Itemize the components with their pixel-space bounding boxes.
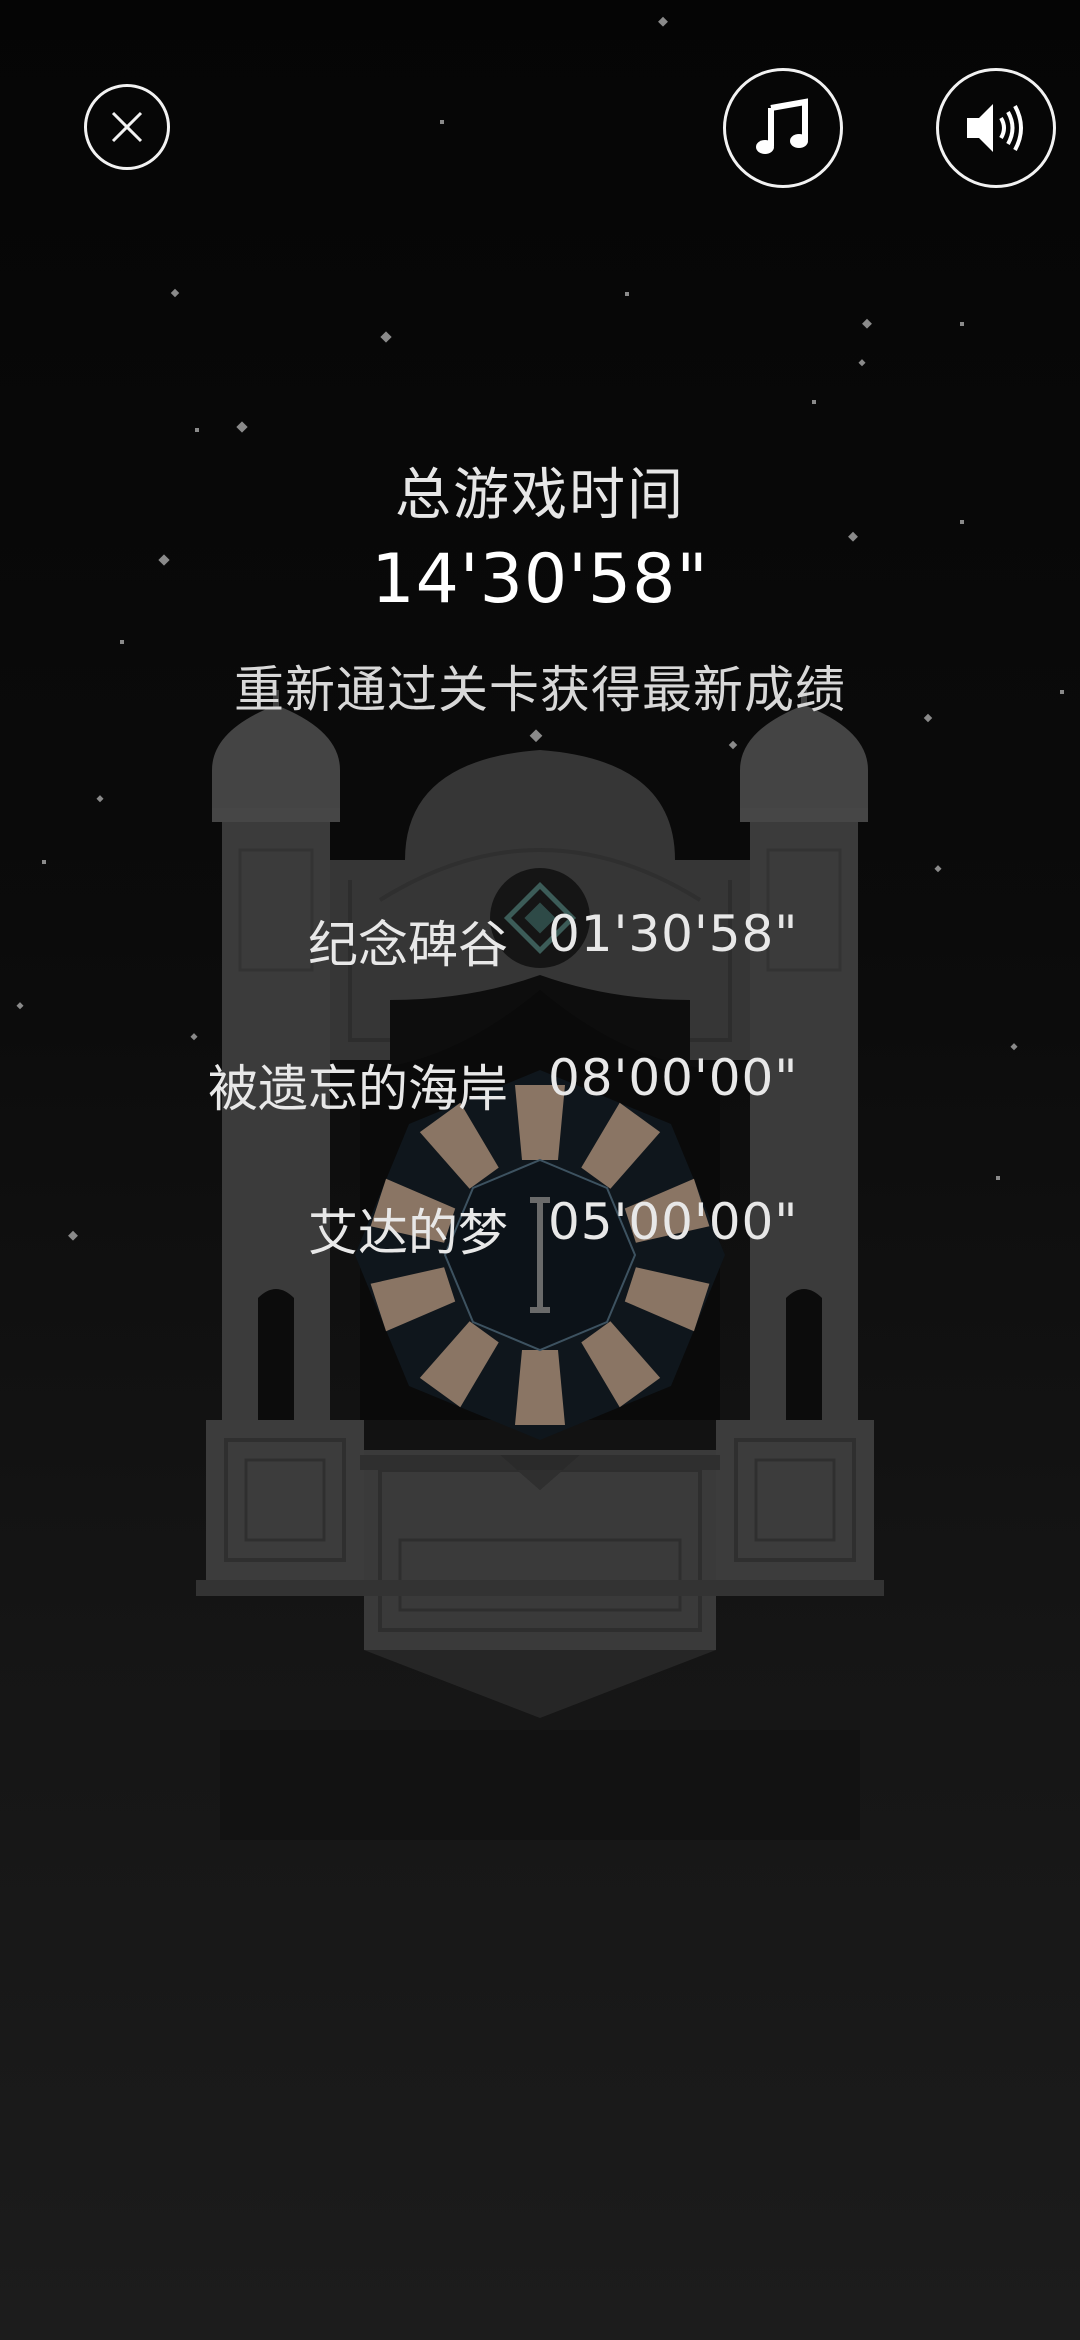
music-note-icon <box>756 98 808 154</box>
chapter-record: 纪念碑谷 01'30'58" <box>0 905 1080 975</box>
chapter-time: 08'00'00" <box>548 1049 799 1107</box>
chapter-record: 被遗忘的海岸 08'00'00" <box>0 1049 1080 1119</box>
chapter-time: 05'00'00" <box>548 1193 799 1251</box>
music-toggle-button[interactable] <box>723 68 843 188</box>
monument-illustration <box>196 690 884 1840</box>
total-play-time-value: 14'30'58" <box>371 540 709 619</box>
speaker-icon <box>967 104 1023 152</box>
chapter-name: 被遗忘的海岸 <box>208 1060 508 1118</box>
stats-screen: 总游戏时间 14'30'58" 重新通过关卡获得最新成绩 纪念碑谷 01'30'… <box>0 0 1080 2340</box>
close-button[interactable] <box>84 84 170 170</box>
close-icon <box>111 111 143 143</box>
chapter-name: 艾达的梦 <box>308 1204 508 1262</box>
chapter-record: 艾达的梦 05'00'00" <box>0 1193 1080 1263</box>
chapter-name: 纪念碑谷 <box>308 916 508 974</box>
chapter-time: 01'30'58" <box>548 905 799 963</box>
total-play-time-label: 总游戏时间 <box>395 463 685 528</box>
replay-hint: 重新通过关卡获得最新成绩 <box>234 661 846 719</box>
sound-toggle-button[interactable] <box>936 68 1056 188</box>
